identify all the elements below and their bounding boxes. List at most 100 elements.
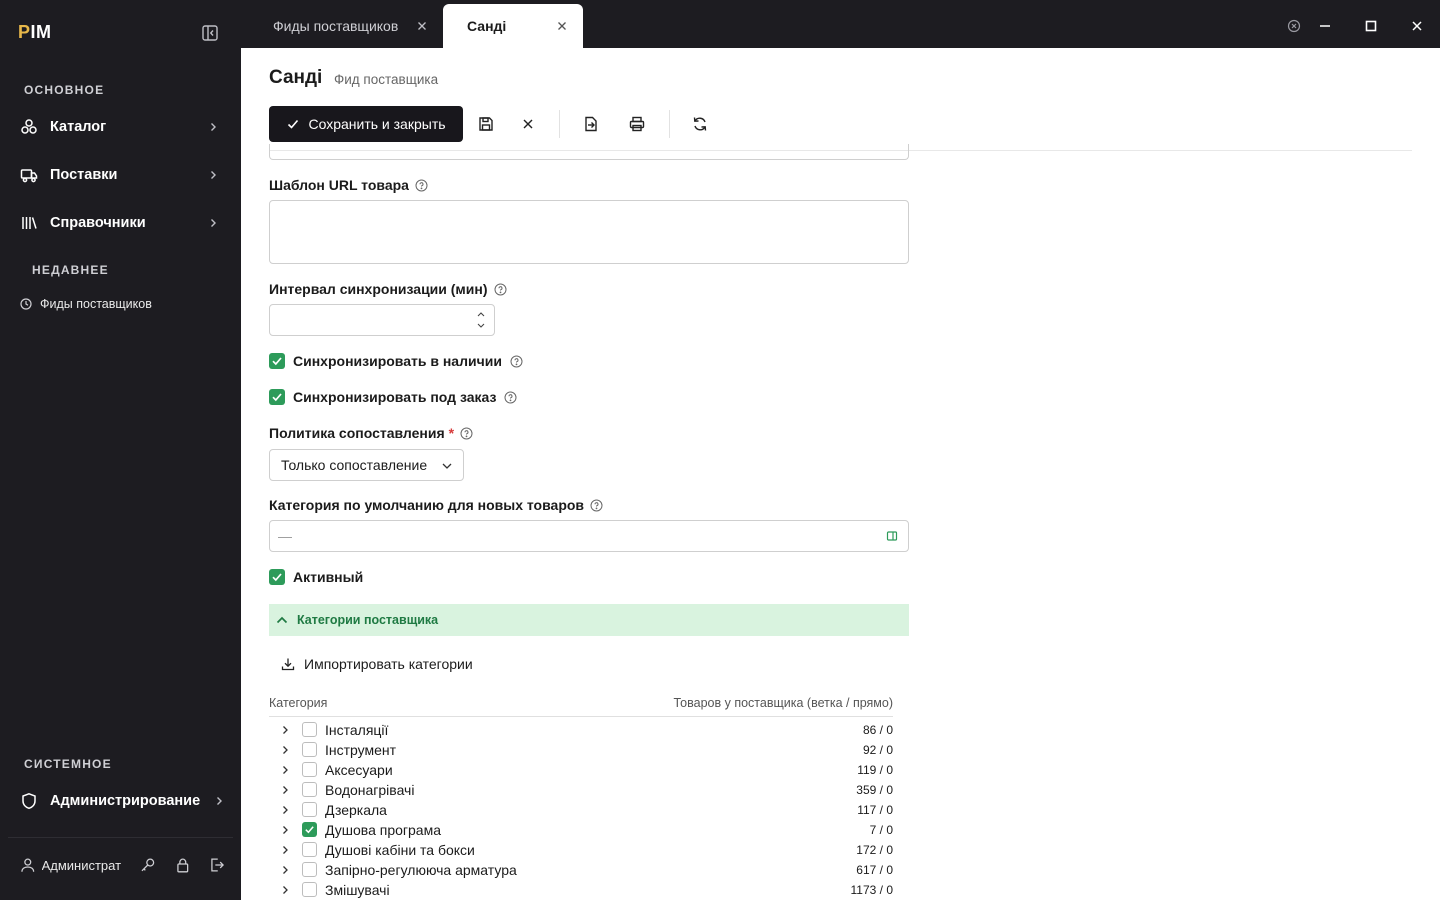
save-and-close-label: Сохранить и закрыть bbox=[308, 116, 446, 132]
close-window-icon[interactable] bbox=[1410, 19, 1424, 33]
url-template-textarea[interactable] bbox=[269, 200, 909, 264]
expand-chevron-icon[interactable] bbox=[280, 865, 290, 875]
sync-interval-input[interactable] bbox=[269, 304, 495, 336]
help-icon[interactable] bbox=[460, 427, 473, 440]
table-row[interactable]: Душові кабіни та бокси 172 / 0 bbox=[269, 840, 893, 860]
previous-field-edge[interactable] bbox=[269, 144, 909, 160]
help-icon[interactable] bbox=[510, 355, 523, 368]
table-header-divider bbox=[269, 716, 893, 717]
category-checkbox[interactable] bbox=[302, 802, 317, 817]
active-checkbox[interactable] bbox=[269, 569, 285, 585]
expand-chevron-icon[interactable] bbox=[280, 845, 290, 855]
page-subtitle: Фид поставщика bbox=[334, 72, 439, 87]
expand-chevron-icon[interactable] bbox=[280, 765, 290, 775]
maximize-icon[interactable] bbox=[1364, 19, 1378, 33]
category-checkbox[interactable] bbox=[302, 722, 317, 737]
column-header-count[interactable]: Товаров у поставщика (ветка / прямо) bbox=[674, 696, 893, 710]
matching-policy-value: Только сопоставление bbox=[281, 457, 428, 473]
sync-on-order-checkbox[interactable] bbox=[269, 389, 285, 405]
sidebar-item-catalog[interactable]: Каталог bbox=[0, 107, 241, 147]
expand-chevron-icon[interactable] bbox=[280, 725, 290, 735]
refresh-icon[interactable] bbox=[691, 115, 709, 133]
category-name: Інструмент bbox=[325, 742, 397, 758]
sidebar-item-references[interactable]: Справочники bbox=[0, 203, 241, 243]
sidebar-item-label: Справочники bbox=[50, 215, 146, 231]
open-picker-icon[interactable] bbox=[886, 530, 898, 542]
panel-title: Категории поставщика bbox=[297, 613, 439, 627]
category-checkbox[interactable] bbox=[302, 862, 317, 877]
help-icon[interactable] bbox=[590, 499, 603, 512]
user-panel: Администратор bbox=[20, 855, 225, 875]
column-header-category[interactable]: Категория bbox=[269, 696, 327, 710]
table-row[interactable]: Душова програма 7 / 0 bbox=[269, 820, 893, 840]
category-count: 7 / 0 bbox=[869, 823, 893, 837]
import-categories-button[interactable]: Импортировать категории bbox=[281, 656, 473, 672]
sidebar-item-administration[interactable]: Администрирование bbox=[0, 781, 241, 821]
sidebar: PIM ОСНОВНОЕ Каталог Поставки Справочник… bbox=[0, 0, 241, 900]
close-all-tabs-icon[interactable] bbox=[1287, 19, 1301, 33]
help-icon[interactable] bbox=[494, 283, 507, 296]
category-count: 117 / 0 bbox=[857, 803, 893, 817]
category-checkbox[interactable] bbox=[302, 742, 317, 757]
shield-icon bbox=[22, 793, 36, 810]
user-name: Администратор bbox=[41, 857, 122, 873]
sidebar-item-label: Администрирование bbox=[50, 793, 201, 809]
supplier-categories-panel-header[interactable]: Категории поставщика bbox=[269, 604, 909, 636]
sidebar-item-deliveries[interactable]: Поставки bbox=[0, 155, 241, 195]
print-icon[interactable] bbox=[628, 115, 646, 133]
section-system-label: СИСТЕМНОЕ bbox=[24, 757, 112, 771]
sidebar-item-label: Каталог bbox=[50, 119, 107, 135]
recent-item-supplier-feeds[interactable]: Фиды поставщиков bbox=[20, 297, 152, 311]
tab-supplier-feeds[interactable]: Фиды поставщиков bbox=[257, 4, 443, 48]
sync-in-stock-label: Синхронизировать в наличии bbox=[293, 353, 502, 369]
table-row[interactable]: Інсталяції 86 / 0 bbox=[269, 720, 893, 740]
collapse-sidebar-icon[interactable] bbox=[201, 24, 219, 42]
table-row[interactable]: Дзеркала 117 / 0 bbox=[269, 800, 893, 820]
minimize-icon[interactable] bbox=[1318, 19, 1332, 33]
history-icon bbox=[20, 298, 32, 310]
sync-in-stock-checkbox-row[interactable]: Синхронизировать в наличии bbox=[269, 353, 523, 369]
category-count: 359 / 0 bbox=[856, 783, 893, 797]
table-row[interactable]: Інструмент 92 / 0 bbox=[269, 740, 893, 760]
active-checkbox-row[interactable]: Активный bbox=[269, 569, 363, 585]
sync-in-stock-checkbox[interactable] bbox=[269, 353, 285, 369]
lock-icon[interactable] bbox=[175, 857, 191, 873]
table-row[interactable]: Аксесуари 119 / 0 bbox=[269, 760, 893, 780]
tab-label: Санді bbox=[467, 18, 507, 34]
tab-sandi[interactable]: Санді bbox=[443, 4, 583, 48]
url-template-label: Шаблон URL товара bbox=[269, 177, 428, 193]
table-row[interactable]: Водонагрівачі 359 / 0 bbox=[269, 780, 893, 800]
table-row[interactable]: Запірно-регулююча арматура 617 / 0 bbox=[269, 860, 893, 880]
expand-chevron-icon[interactable] bbox=[280, 885, 290, 895]
main-content: Санді Фид поставщика Сохранить и закрыть… bbox=[241, 48, 1440, 900]
expand-chevron-icon[interactable] bbox=[280, 805, 290, 815]
category-checkbox[interactable] bbox=[302, 762, 317, 777]
expand-chevron-icon[interactable] bbox=[280, 745, 290, 755]
cancel-icon[interactable] bbox=[519, 115, 537, 133]
close-tab-icon[interactable] bbox=[417, 21, 427, 31]
default-category-value: — bbox=[278, 528, 292, 544]
help-icon[interactable] bbox=[415, 179, 428, 192]
save-icon[interactable] bbox=[477, 115, 495, 133]
expand-chevron-icon[interactable] bbox=[280, 825, 290, 835]
export-icon[interactable] bbox=[582, 115, 600, 133]
sync-on-order-label: Синхронизировать под заказ bbox=[293, 389, 497, 405]
chevron-up-icon bbox=[276, 616, 288, 624]
help-icon[interactable] bbox=[504, 391, 517, 404]
default-category-picker[interactable]: — bbox=[269, 520, 909, 552]
app-logo[interactable]: PIM bbox=[18, 22, 52, 43]
category-checkbox[interactable] bbox=[302, 822, 317, 837]
logout-icon[interactable] bbox=[209, 857, 225, 873]
key-icon[interactable] bbox=[140, 857, 156, 873]
expand-chevron-icon[interactable] bbox=[280, 785, 290, 795]
table-row[interactable]: Змішувачі 1173 / 0 bbox=[269, 880, 893, 900]
category-checkbox[interactable] bbox=[302, 782, 317, 797]
save-and-close-button[interactable]: Сохранить и закрыть bbox=[269, 106, 463, 142]
categories-tree: Інсталяції 86 / 0 Інструмент 92 / 0 Аксесуар… bbox=[269, 720, 893, 900]
spinner-arrows-icon[interactable] bbox=[476, 309, 486, 331]
matching-policy-select[interactable]: Только сопоставление bbox=[269, 449, 464, 481]
close-tab-icon[interactable] bbox=[557, 21, 567, 31]
category-checkbox[interactable] bbox=[302, 842, 317, 857]
sync-on-order-checkbox-row[interactable]: Синхронизировать под заказ bbox=[269, 389, 517, 405]
category-checkbox[interactable] bbox=[302, 882, 317, 897]
